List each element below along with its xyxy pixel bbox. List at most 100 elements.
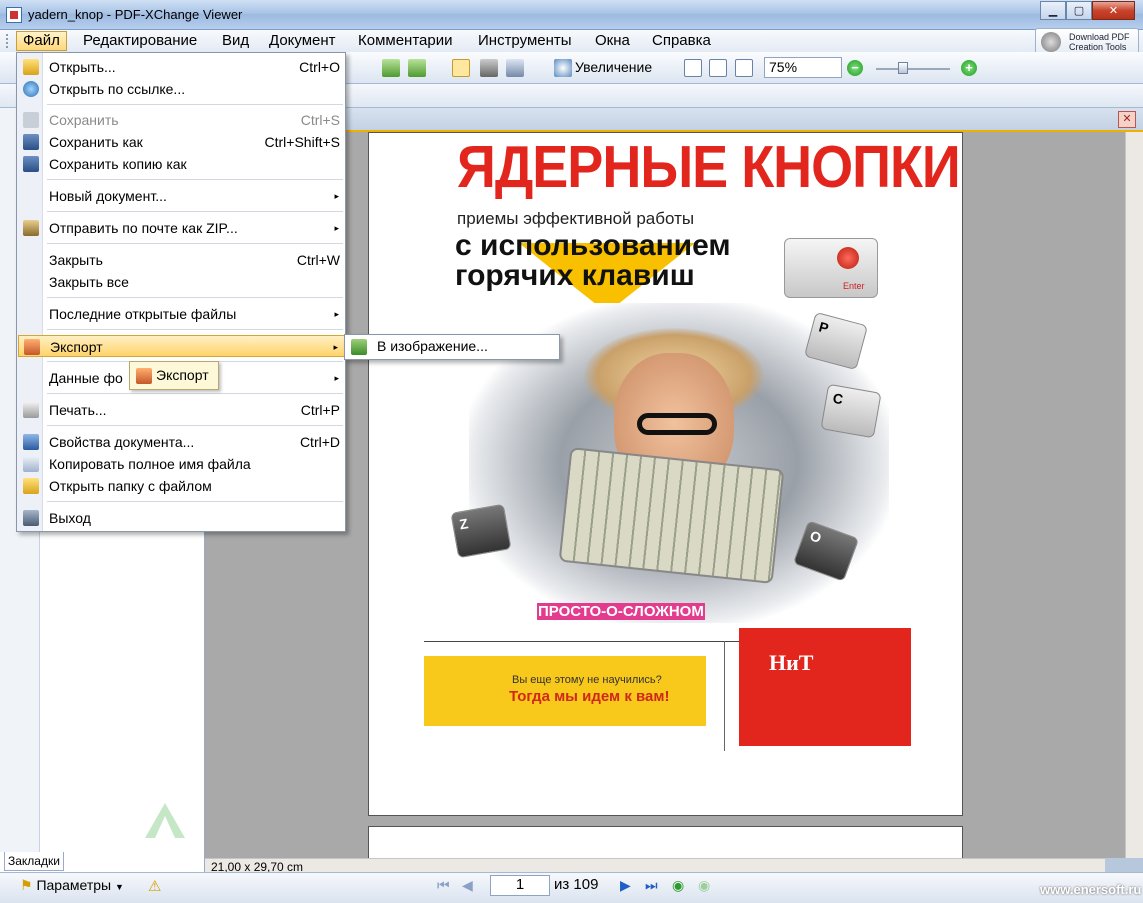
- menu-save-copy-as[interactable]: Сохранить копию как: [18, 153, 345, 175]
- save-icon: [23, 112, 39, 128]
- close-button[interactable]: ✕: [1092, 1, 1135, 20]
- key-c-image: C: [820, 383, 882, 439]
- cover-vdivider: [724, 641, 725, 751]
- actual-size-icon[interactable]: [684, 59, 702, 77]
- menu-separator: [47, 104, 343, 105]
- zoom-in-icon[interactable]: +: [961, 60, 977, 76]
- first-page-icon[interactable]: ⏮: [437, 877, 453, 893]
- page-number-input[interactable]: 1: [490, 875, 550, 896]
- menu-open-url[interactable]: Открыть по ссылке...: [18, 78, 345, 100]
- menu-close-all[interactable]: Закрыть все: [18, 271, 345, 293]
- menu-recent-files[interactable]: Последние открытые файлы ▸: [18, 303, 345, 325]
- forward-icon[interactable]: ◉: [698, 877, 714, 893]
- cover-line-1: с использованием: [455, 229, 731, 262]
- select-text-icon[interactable]: [506, 59, 524, 77]
- cover-glasses: [637, 413, 717, 435]
- zoom-slider-thumb[interactable]: [898, 62, 908, 74]
- copy-icon: [23, 456, 39, 472]
- menu-help[interactable]: Справка: [646, 31, 717, 51]
- menu-bar: Файл Редактирование Вид Документ Коммент…: [0, 30, 1143, 52]
- menu-separator: [47, 393, 343, 394]
- window-controls: ▁ ▢ ✕: [1040, 1, 1135, 20]
- menu-save-as[interactable]: Сохранить как Ctrl+Shift+S: [18, 131, 345, 153]
- save-as-icon: [23, 134, 39, 150]
- tooltip-text: Экспорт: [156, 367, 209, 383]
- series-text: ПРОСТО-О-СЛОЖНОМ: [537, 603, 705, 620]
- menu-separator: [47, 243, 343, 244]
- promo-line-2: Тогда мы идем к вам!: [509, 688, 670, 705]
- menu-open-folder[interactable]: Открыть папку с файлом: [18, 475, 345, 497]
- zoom-icon[interactable]: [554, 59, 572, 77]
- menu-save[interactable]: Сохранить Ctrl+S: [18, 109, 345, 131]
- cover-keyboard: [558, 447, 785, 584]
- menu-file[interactable]: Файл: [16, 31, 67, 51]
- flag-icon: ⚑: [20, 877, 33, 893]
- menu-separator: [47, 297, 343, 298]
- menu-separator: [47, 501, 343, 502]
- warning-icon[interactable]: ⚠: [148, 877, 164, 895]
- dropdown-arrow-icon: ▼: [114, 882, 124, 892]
- open-folder-icon: [23, 59, 39, 75]
- menu-separator: [47, 179, 343, 180]
- menu-export-to-image[interactable]: В изображение...: [377, 338, 488, 354]
- series-banner: ПРОСТО-О-СЛОЖНОМ: [537, 603, 705, 620]
- hand-tool-icon[interactable]: [452, 59, 470, 77]
- cover-title: ЯДЕРНЫЕ КНОПКИ: [457, 134, 961, 201]
- export-tooltip: Экспорт: [129, 361, 219, 390]
- menu-document[interactable]: Документ: [263, 31, 342, 51]
- download-icon: [1041, 32, 1061, 52]
- menu-close[interactable]: Закрыть Ctrl+W: [18, 249, 345, 271]
- menu-edit[interactable]: Редактирование: [77, 31, 203, 51]
- menu-document-properties[interactable]: Свойства документа... Ctrl+D: [18, 431, 345, 453]
- key-z-image: Z: [450, 503, 512, 559]
- zip-mail-icon: [23, 220, 39, 236]
- export-image-icon: [351, 339, 367, 355]
- properties-icon: [23, 434, 39, 450]
- menubar-grip[interactable]: [6, 34, 9, 48]
- watermark: www.enersoft.ru: [1040, 882, 1142, 897]
- vertical-scrollbar[interactable]: [1125, 132, 1143, 858]
- page-total-label: из 109: [554, 876, 599, 893]
- menu-view[interactable]: Вид: [216, 31, 255, 51]
- pdf-page[interactable]: ЯДЕРНЫЕ КНОПКИ приемы эффективной работы…: [368, 132, 963, 816]
- menu-windows[interactable]: Окна: [589, 31, 636, 51]
- snapshot-icon[interactable]: [480, 59, 498, 77]
- previous-page-icon[interactable]: ◀: [462, 877, 478, 893]
- submenu-arrow-icon: ▸: [334, 373, 339, 383]
- menu-separator: [47, 329, 343, 330]
- menu-new-document[interactable]: Новый документ... ▸: [18, 185, 345, 207]
- menu-comments[interactable]: Комментарии: [352, 31, 458, 51]
- enter-key-image: Enter: [784, 238, 878, 298]
- pane-logo-icon: [145, 803, 185, 838]
- minimize-button[interactable]: ▁: [1040, 1, 1066, 20]
- zoom-level-select[interactable]: 75%: [764, 57, 842, 78]
- export-icon: [24, 339, 40, 355]
- rotate-right-icon[interactable]: [408, 59, 426, 77]
- rotate-left-icon[interactable]: [382, 59, 400, 77]
- zoom-slider-track[interactable]: [876, 68, 950, 70]
- menu-print[interactable]: Печать... Ctrl+P: [18, 399, 345, 421]
- menu-export[interactable]: Экспорт ▸: [18, 335, 345, 357]
- tab-bookmarks[interactable]: Закладки: [4, 852, 64, 871]
- export-icon: [136, 368, 152, 384]
- fit-page-icon[interactable]: [709, 59, 727, 77]
- back-icon[interactable]: ◉: [672, 877, 688, 893]
- next-page-icon[interactable]: ▶: [620, 877, 636, 893]
- menu-tools[interactable]: Инструменты: [472, 31, 578, 51]
- menu-send-zip[interactable]: Отправить по почте как ZIP... ▸: [18, 217, 345, 239]
- submenu-arrow-icon: ▸: [334, 309, 339, 319]
- menu-separator: [47, 425, 343, 426]
- menu-open[interactable]: Открыть... Ctrl+O: [18, 56, 345, 78]
- maximize-button[interactable]: ▢: [1066, 1, 1092, 20]
- zoom-tool-label[interactable]: Увеличение: [575, 59, 652, 75]
- download-pdf-tools-button[interactable]: Download PDF Creation Tools: [1035, 28, 1139, 54]
- menu-exit[interactable]: Выход: [18, 507, 345, 529]
- fit-width-icon[interactable]: [735, 59, 753, 77]
- submenu-arrow-icon: ▸: [334, 191, 339, 201]
- close-document-icon[interactable]: ✕: [1118, 111, 1136, 128]
- last-page-icon[interactable]: ⏭: [645, 877, 661, 893]
- zoom-out-icon[interactable]: −: [847, 60, 863, 76]
- menu-copy-filename[interactable]: Копировать полное имя файла: [18, 453, 345, 475]
- publisher-logo: НиТ: [769, 650, 814, 675]
- parameters-button[interactable]: ⚑ Параметры ▼: [20, 877, 124, 894]
